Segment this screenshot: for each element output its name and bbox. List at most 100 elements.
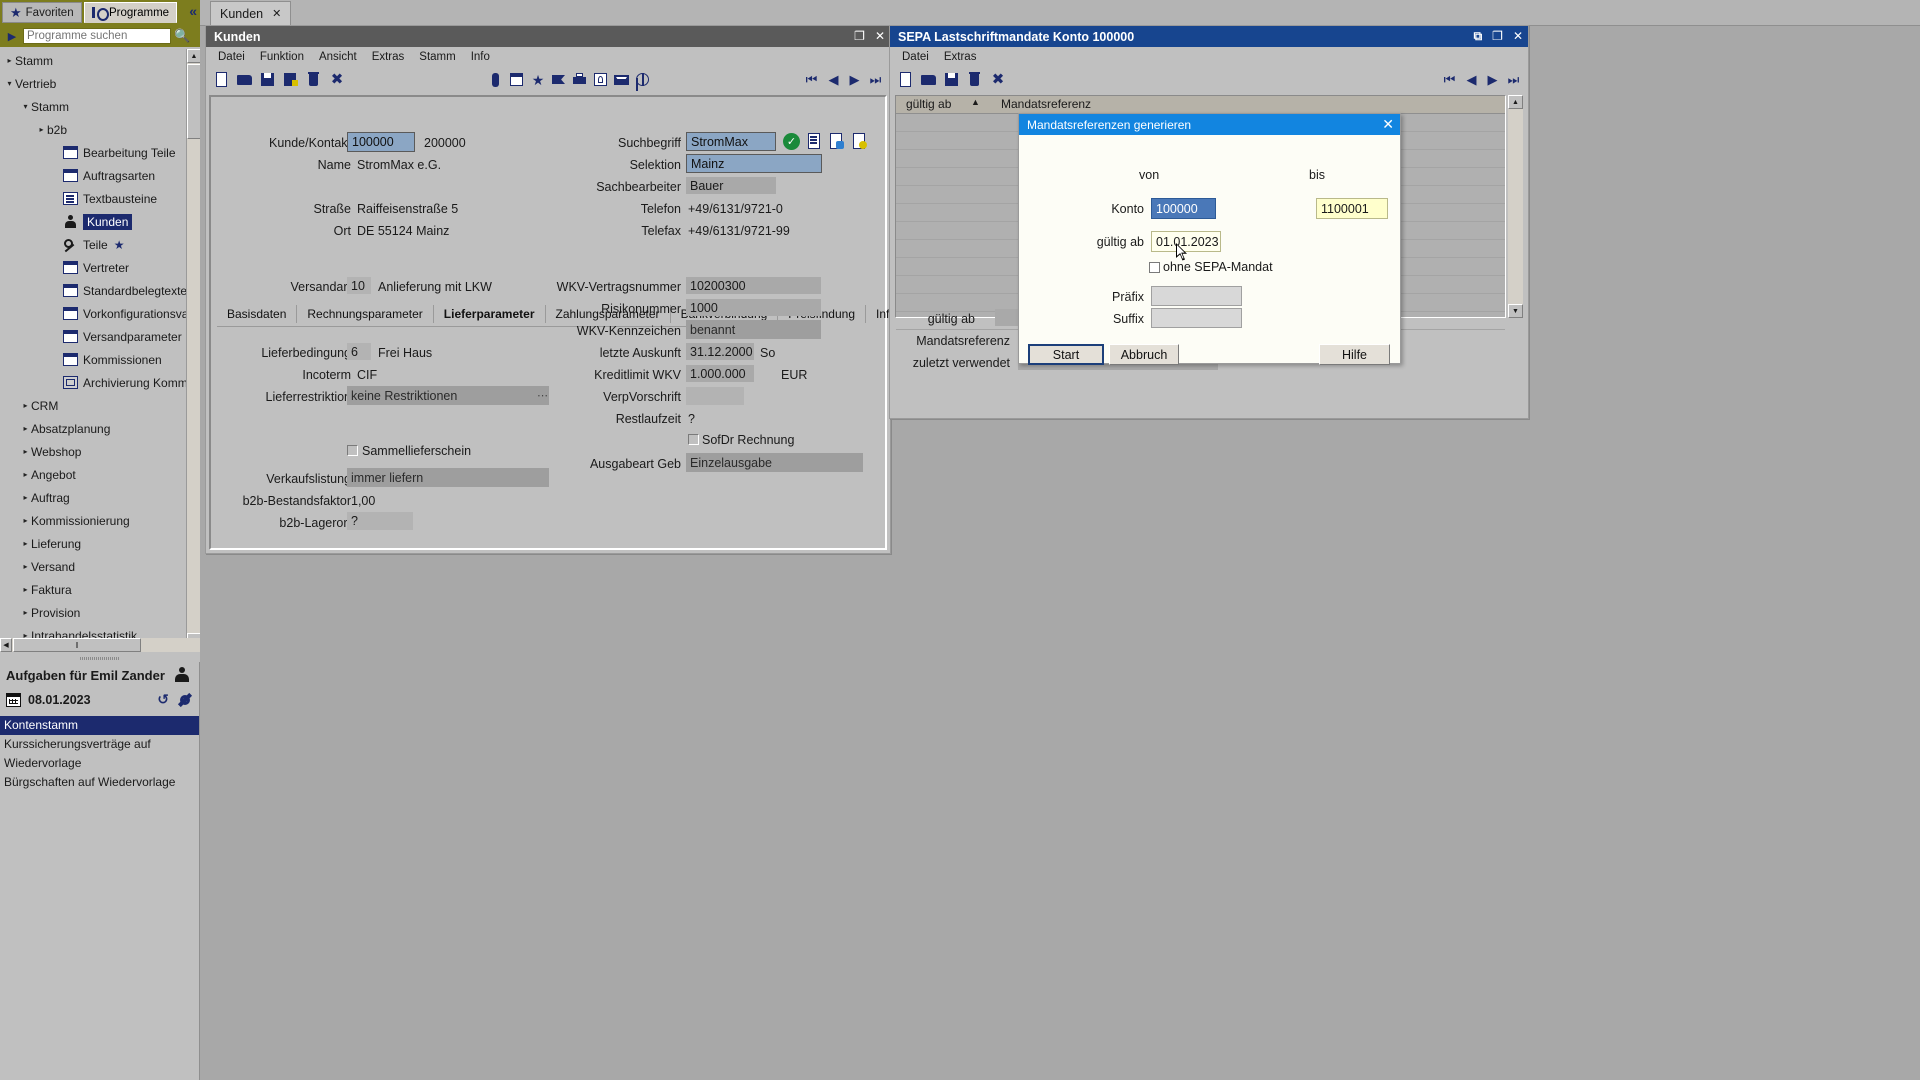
cancel-icon[interactable]: ✖ [990,72,1006,88]
tree-item-bearbeitung-teile[interactable]: Bearbeitung Teile [0,141,186,164]
first-record-icon[interactable]: ⏮ [804,72,819,88]
flag-icon[interactable] [551,72,567,88]
menu-funktion[interactable]: Funktion [260,51,304,63]
previous-record-icon[interactable]: ◀ [826,72,841,88]
preview-icon[interactable] [593,72,609,88]
verpvorschrift-value[interactable] [686,387,744,405]
chevron-right-icon[interactable]: ▸ [20,608,31,617]
tree-item-vertrieb[interactable]: ▾ Vertrieb [0,72,186,95]
column-mandatsreferenz[interactable]: Mandatsreferenz [1001,97,1091,111]
selektion-input[interactable]: Mainz [686,154,822,173]
chevron-right-icon[interactable]: ▸ [20,424,31,433]
tasks-list[interactable]: Kontenstamm Kurssicherungsverträge auf Wie… [0,716,200,792]
chevron-right-icon[interactable]: ▸ [4,56,15,65]
suchbegriff-input[interactable]: StromMax [686,132,776,151]
abbruch-button[interactable]: Abbruch [1109,344,1179,365]
tree-horizontal-scrollbar[interactable]: ◀ ‖ [0,638,200,652]
menu-ansicht[interactable]: Ansicht [319,51,357,63]
scroll-up-icon[interactable]: ▲ [1508,95,1523,109]
chevron-right-icon[interactable]: ▸ [20,539,31,548]
favorite-star-icon[interactable]: ★ [114,238,125,252]
menu-datei[interactable]: Datei [902,51,929,63]
search-input[interactable] [23,28,171,44]
menu-extras[interactable]: Extras [944,51,977,63]
grid-vertical-scrollbar[interactable]: ▲ ▼ [1508,95,1523,318]
save-icon[interactable] [260,72,276,88]
tree-item-stamm[interactable]: ▸ Stamm [0,49,186,72]
chevron-right-icon[interactable]: ▸ [20,562,31,571]
print-icon[interactable] [572,72,588,88]
chevron-right-icon[interactable]: ▸ [36,125,47,134]
kunde-kontakt-input[interactable]: 100000 [347,132,415,152]
tree-item-angebot[interactable]: ▸ Angebot [0,463,186,486]
search-icon[interactable]: 🔍 [173,27,192,45]
tree-item-vorkonfigurationsvaria[interactable]: Vorkonfigurationsvaria [0,302,186,325]
sammellieferschein-checkbox[interactable] [347,445,358,456]
tree-item-archivierung-kommissi[interactable]: Archivierung Kommissi [0,371,186,394]
program-tree[interactable]: ▸ Stamm ▾ Vertrieb ▾ Stamm ▸ b2b Bearbeitung Tei… [0,49,186,647]
lieferrestriktion-select[interactable]: keine Restriktionen [347,386,549,405]
tree-item-versandparameter[interactable]: Versandparameter [0,325,186,348]
favorite-star-icon[interactable]: ★ [530,72,546,88]
open-icon[interactable] [237,72,253,88]
hscrollbar-thumb[interactable]: ‖ [13,638,141,652]
sofort-rechnung-checkbox[interactable] [688,434,699,445]
save-as-icon[interactable] [283,72,299,88]
document-icon[interactable] [806,133,822,149]
chevron-right-icon[interactable]: ▸ [20,516,31,525]
hilfe-button[interactable]: Hilfe [1319,344,1390,365]
tree-item-teile[interactable]: Teile ★ [0,233,186,256]
scroll-down-icon[interactable]: ▼ [1508,304,1523,318]
tree-item-textbausteine[interactable]: Textbausteine [0,187,186,210]
cancel-icon[interactable]: ✖ [329,72,345,88]
verkaufslistung-select[interactable]: immer liefern [347,468,549,487]
tree-item-vertreter[interactable]: Vertreter [0,256,186,279]
tree-item-lieferung[interactable]: ▸ Lieferung [0,532,186,555]
tree-item-kommissionierung[interactable]: ▸ Kommissionierung [0,509,186,532]
menu-stamm[interactable]: Stamm [419,51,455,63]
last-record-icon[interactable]: ⏭ [1506,72,1521,88]
next-record-icon[interactable]: ▶ [1485,72,1500,88]
document-tab-kunden[interactable]: Kunden ✕ [210,1,292,25]
tree-item-stamm[interactable]: ▾ Stamm [0,95,186,118]
tree-item-crm[interactable]: ▸ CRM [0,394,186,417]
tile-button[interactable]: ⧉ [1474,26,1483,47]
chevron-down-icon[interactable]: ▾ [20,102,31,111]
tab-favoriten[interactable]: ★ Favoriten [2,2,82,23]
first-record-icon[interactable]: ⏮ [1442,72,1457,88]
tree-item-standardbelegtexte[interactable]: Standardbelegtexte [0,279,186,302]
column-gueltig-ab[interactable]: gültig ab [906,97,951,111]
close-button[interactable]: ✕ [1513,26,1523,47]
tab-lieferparameter[interactable]: Lieferparameter [434,305,546,323]
dialog-titlebar[interactable]: Mandatsreferenzen generieren ✕ [1019,114,1400,135]
konto-von-input[interactable]: 100000 [1151,198,1216,219]
mail-icon[interactable] [614,72,630,88]
tree-item-versand[interactable]: ▸ Versand [0,555,186,578]
task-list-item[interactable]: Kontenstamm [0,716,200,735]
suffix-input[interactable] [1151,308,1242,328]
sepa-titlebar[interactable]: SEPA Lastschriftmandate Konto 100000 ⧉ ❐… [890,26,1528,47]
close-icon[interactable]: ✕ [272,7,281,20]
restore-button[interactable]: ❐ [854,26,865,47]
new-icon[interactable] [214,72,230,88]
task-list-item[interactable]: Bürgschaften auf Wiedervorlage [0,773,200,792]
chevron-right-icon[interactable]: ▸ [20,493,31,502]
close-button[interactable]: ✕ [875,26,885,47]
delete-icon[interactable] [967,72,983,88]
task-list-item[interactable]: Wiedervorlage [0,754,200,773]
save-icon[interactable] [944,72,960,88]
tree-item-auftragsarten[interactable]: Auftragsarten [0,164,186,187]
next-record-icon[interactable]: ▶ [847,72,862,88]
scroll-up-icon[interactable]: ▲ [187,49,201,63]
tree-item-auftrag[interactable]: ▸ Auftrag [0,486,186,509]
calendar-icon[interactable] [6,693,21,707]
tree-item-b2b[interactable]: ▸ b2b [0,118,186,141]
collapse-left-icon[interactable]: « [189,3,197,19]
delete-icon[interactable] [306,72,322,88]
menu-extras[interactable]: Extras [372,51,405,63]
chevron-down-icon[interactable]: ▾ [4,79,15,88]
panel-splitter[interactable] [0,654,200,662]
ohne-sepa-mandat-checkbox[interactable] [1149,262,1160,273]
tab-rechnungsparameter[interactable]: Rechnungsparameter [297,305,434,323]
scrollbar-thumb[interactable] [187,64,201,139]
